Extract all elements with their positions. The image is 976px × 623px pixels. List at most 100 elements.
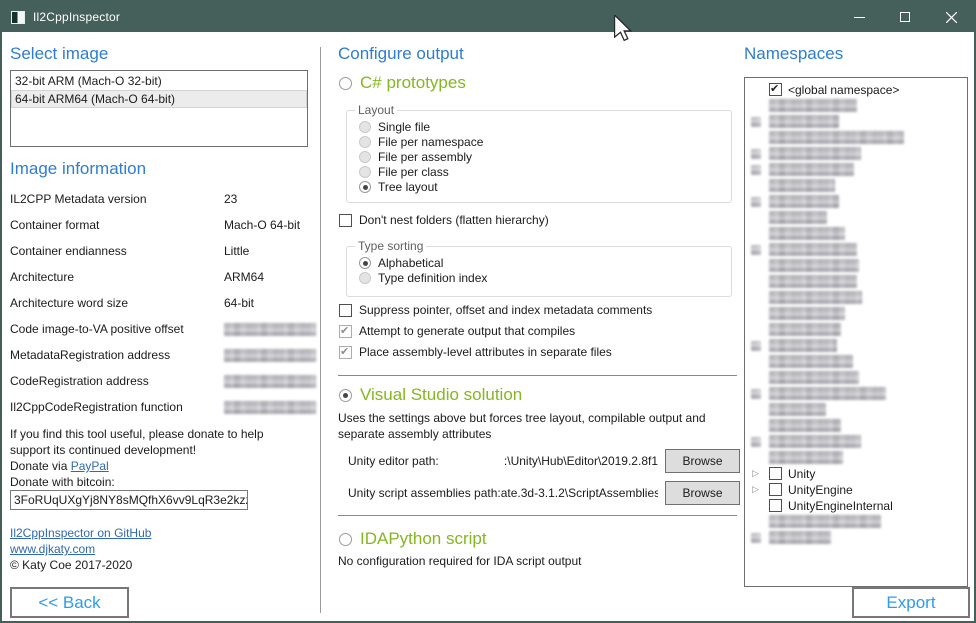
namespace-checkbox[interactable] (769, 467, 782, 480)
namespace-row[interactable] (745, 450, 967, 466)
paypal-link[interactable]: PayPal (71, 459, 109, 473)
flatten-option[interactable]: Don't nest folders (flatten hierarchy) (339, 213, 549, 227)
namespace-checkbox[interactable] (769, 83, 782, 96)
redacted-namespace (769, 307, 845, 320)
export-button[interactable]: Export (852, 587, 970, 618)
namespace-checkbox[interactable] (769, 483, 782, 496)
namespace-row[interactable] (745, 242, 967, 258)
namespace-checkbox[interactable] (769, 499, 782, 512)
donate-line-1: If you find this tool useful, please don… (10, 426, 318, 442)
info-label: Container endianness (10, 244, 127, 258)
type-sorting-radio[interactable] (359, 272, 371, 284)
redacted-namespace (769, 147, 861, 160)
namespace-row[interactable] (745, 338, 967, 354)
namespace-row[interactable] (745, 194, 967, 210)
layout-option[interactable]: File per assembly (359, 149, 731, 164)
info-value: ARM64 (224, 270, 264, 284)
namespace-row[interactable] (745, 114, 967, 130)
namespace-row[interactable] (745, 514, 967, 530)
idapython-option[interactable]: IDAPython script (339, 529, 487, 549)
flatten-label: Don't nest folders (flatten hierarchy) (359, 213, 549, 227)
output-option-0[interactable]: Suppress pointer, offset and index metad… (339, 303, 652, 317)
namespace-label: UnityEngineInternal (788, 499, 893, 513)
image-information-header: Image information (10, 159, 146, 179)
section-separator-2 (338, 515, 737, 516)
redacted-namespace (769, 259, 859, 272)
layout-radio[interactable] (359, 151, 371, 163)
redacted-namespace (769, 275, 857, 288)
title-bar[interactable]: Il2CppInspector (2, 2, 974, 32)
unity-editor-browse-button[interactable]: Browse (665, 449, 740, 473)
output-option-2[interactable]: Place assembly-level attributes in separ… (339, 345, 612, 359)
namespace-row[interactable] (745, 274, 967, 290)
bitcoin-address-field[interactable]: 3FoRUqUXgYj8NY8sMQfhX6vv9LqR3e2kzz (10, 490, 248, 510)
layout-radio[interactable] (359, 181, 371, 193)
website-link[interactable]: www.djkaty.com (10, 542, 95, 556)
column-separator (320, 47, 321, 613)
namespace-row[interactable] (745, 418, 967, 434)
donate-bitcoin-label: Donate with bitcoin: (10, 474, 318, 490)
csharp-prototypes-option[interactable]: C# prototypes (339, 73, 466, 93)
layout-option[interactable]: Single file (359, 119, 731, 134)
layout-option[interactable]: File per namespace (359, 134, 731, 149)
output-checkbox[interactable] (339, 325, 352, 338)
back-button[interactable]: << Back (10, 587, 129, 618)
github-link[interactable]: Il2CppInspector on GitHub (10, 526, 151, 540)
redacted-namespace (769, 163, 854, 176)
minimize-button[interactable] (836, 2, 882, 32)
namespaces-listbox[interactable]: <global namespace> ▷Unity▷UnityEngineUnit… (744, 77, 968, 587)
namespace-row[interactable] (745, 162, 967, 178)
namespace-row[interactable]: ▷UnityEngine (745, 482, 967, 498)
type-sorting-radio[interactable] (359, 257, 371, 269)
info-label: Architecture word size (10, 296, 128, 310)
namespace-row[interactable] (745, 530, 967, 546)
expander-icon[interactable]: ▷ (752, 467, 759, 480)
idapython-radio[interactable] (339, 533, 352, 546)
image-list-item[interactable]: 64-bit ARM64 (Mach-O 64-bit) (11, 90, 307, 108)
close-button[interactable] (928, 2, 974, 32)
namespace-row[interactable] (745, 258, 967, 274)
namespace-row[interactable] (745, 290, 967, 306)
image-list-item[interactable]: 32-bit ARM (Mach-O 32-bit) (11, 72, 307, 90)
layout-radio[interactable] (359, 136, 371, 148)
namespace-row[interactable]: UnityEngineInternal (745, 498, 967, 514)
redacted-namespace (769, 451, 843, 464)
namespace-row[interactable] (745, 226, 967, 242)
output-option-1[interactable]: Attempt to generate output that compiles (339, 324, 575, 338)
namespace-row[interactable] (745, 386, 967, 402)
visual-studio-radio[interactable] (339, 389, 352, 402)
namespace-row[interactable] (745, 210, 967, 226)
namespace-row[interactable] (745, 178, 967, 194)
layout-option[interactable]: Tree layout (359, 179, 731, 194)
namespace-row[interactable] (745, 322, 967, 338)
type-sorting-option[interactable]: Alphabetical (359, 255, 731, 270)
visual-studio-option[interactable]: Visual Studio solution (339, 385, 522, 405)
namespace-row[interactable] (745, 98, 967, 114)
namespace-row[interactable] (745, 146, 967, 162)
flatten-checkbox[interactable] (339, 214, 352, 227)
layout-radio[interactable] (359, 166, 371, 178)
maximize-button[interactable] (882, 2, 928, 32)
image-listbox[interactable]: 32-bit ARM (Mach-O 32-bit)64-bit ARM64 (… (10, 70, 308, 147)
namespace-row[interactable] (745, 402, 967, 418)
namespace-row[interactable]: ▷Unity (745, 466, 967, 482)
namespace-row[interactable] (745, 130, 967, 146)
layout-option[interactable]: File per class (359, 164, 731, 179)
expander-icon[interactable]: ▷ (752, 483, 759, 496)
namespace-row[interactable] (745, 434, 967, 450)
info-row: Code image-to-VA positive offset (10, 320, 314, 346)
redacted-namespace (769, 179, 835, 192)
configure-output-header: Configure output (338, 44, 464, 64)
unity-assemblies-browse-button[interactable]: Browse (665, 481, 740, 505)
namespace-row[interactable] (745, 306, 967, 322)
namespace-row[interactable]: <global namespace> (745, 82, 967, 98)
layout-radio[interactable] (359, 121, 371, 133)
csharp-prototypes-radio[interactable] (339, 77, 352, 90)
output-checkbox[interactable] (339, 346, 352, 359)
namespace-row[interactable] (745, 370, 967, 386)
visual-studio-description: Uses the settings above but forces tree … (338, 410, 738, 442)
info-label: IL2CPP Metadata version (10, 192, 147, 206)
namespace-row[interactable] (745, 354, 967, 370)
output-checkbox[interactable] (339, 304, 352, 317)
type-sorting-option[interactable]: Type definition index (359, 270, 731, 285)
